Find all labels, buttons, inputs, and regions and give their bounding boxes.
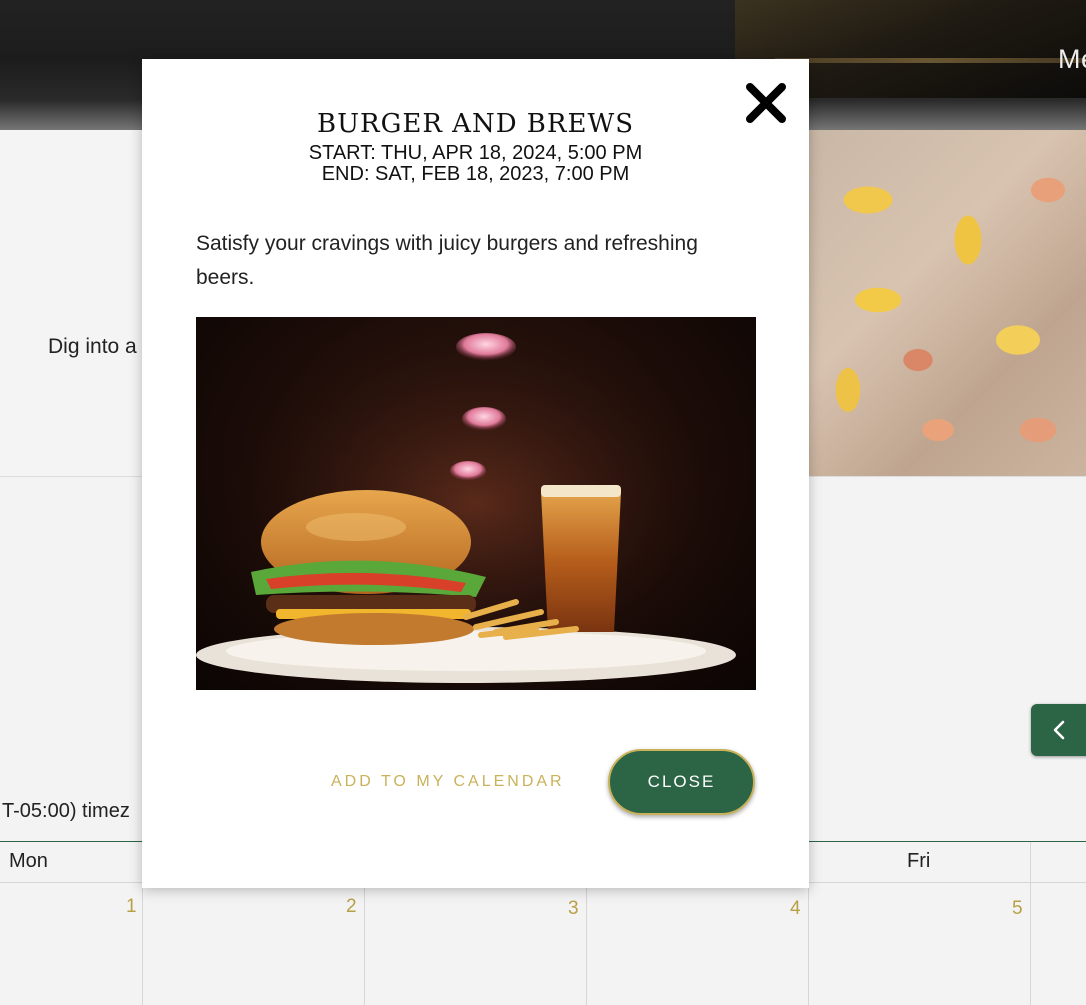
event-description: Satisfy your cravings with juicy burgers… <box>196 232 698 289</box>
event-modal: Burger and Brews START: THU, APR 18, 202… <box>142 59 809 888</box>
event-start-time: START: THU, APR 18, 2024, 5:00 PM <box>308 142 643 164</box>
event-title: Burger and Brews <box>316 109 635 139</box>
event-end-time: END: SAT, FEB 18, 2023, 7:00 PM <box>321 163 630 185</box>
burger-and-beer-illustration <box>196 317 756 690</box>
event-image <box>196 317 756 690</box>
close-button[interactable]: CLOSE <box>608 749 755 815</box>
add-to-calendar-link[interactable]: ADD TO MY CALENDAR <box>331 773 565 791</box>
